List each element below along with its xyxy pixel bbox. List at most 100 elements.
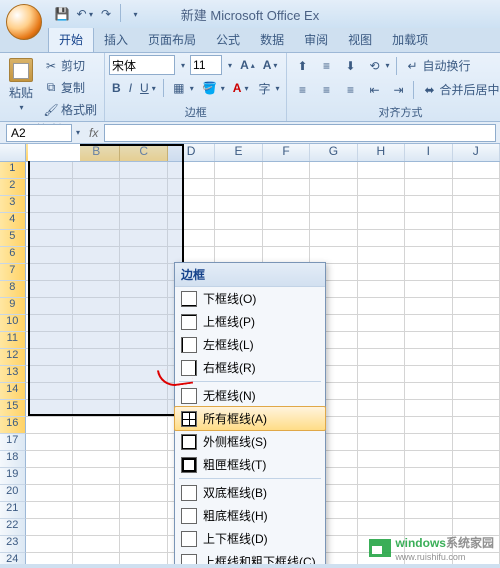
tab-插入[interactable]: 插入 xyxy=(94,27,138,52)
cell[interactable] xyxy=(453,162,500,179)
row-header[interactable]: 4 xyxy=(0,213,26,230)
border-item-outside[interactable]: 外侧框线(S) xyxy=(175,430,325,453)
row-header[interactable]: 10 xyxy=(0,315,26,332)
cell[interactable] xyxy=(453,485,500,502)
cell[interactable] xyxy=(120,519,167,536)
qat-customize-icon[interactable]: ▾ xyxy=(125,4,145,24)
row-header[interactable]: 16 xyxy=(0,417,26,434)
cell[interactable] xyxy=(405,213,452,230)
row-header[interactable]: 23 xyxy=(0,536,26,553)
cell[interactable] xyxy=(26,519,73,536)
cell[interactable] xyxy=(310,179,357,196)
tab-开始[interactable]: 开始 xyxy=(48,26,94,52)
row-header[interactable]: 7 xyxy=(0,264,26,281)
cell[interactable] xyxy=(310,230,357,247)
cell[interactable] xyxy=(120,468,167,485)
cell[interactable] xyxy=(73,553,120,564)
decrease-indent-button[interactable]: ⇤ xyxy=(363,80,385,100)
tab-审阅[interactable]: 审阅 xyxy=(294,27,338,52)
cell[interactable] xyxy=(453,315,500,332)
cell[interactable] xyxy=(310,162,357,179)
font-name-combo[interactable]: 宋体 xyxy=(109,55,175,75)
cell[interactable] xyxy=(453,349,500,366)
office-button[interactable] xyxy=(6,4,42,40)
row-header[interactable]: 3 xyxy=(0,196,26,213)
cell[interactable] xyxy=(453,400,500,417)
column-header-G[interactable]: G xyxy=(310,144,357,161)
cell[interactable] xyxy=(215,179,262,196)
cell[interactable] xyxy=(358,247,405,264)
cell[interactable] xyxy=(358,349,405,366)
cell[interactable] xyxy=(73,485,120,502)
cell[interactable] xyxy=(263,196,310,213)
row-header[interactable]: 18 xyxy=(0,451,26,468)
copy-button[interactable]: ⧉复制 xyxy=(40,77,100,98)
cell[interactable] xyxy=(263,230,310,247)
cell[interactable] xyxy=(73,519,120,536)
cell[interactable] xyxy=(453,281,500,298)
worksheet-grid[interactable]: ABCDEFGHIJ 12345678910111213141516171819… xyxy=(0,144,500,564)
cell[interactable] xyxy=(26,451,73,468)
cell[interactable] xyxy=(310,196,357,213)
cell[interactable] xyxy=(453,366,500,383)
cell[interactable] xyxy=(120,434,167,451)
cell[interactable] xyxy=(73,417,120,434)
cell[interactable] xyxy=(263,179,310,196)
cell[interactable] xyxy=(120,451,167,468)
cell[interactable] xyxy=(358,332,405,349)
cell[interactable] xyxy=(358,230,405,247)
cell[interactable] xyxy=(358,162,405,179)
column-header-H[interactable]: H xyxy=(358,144,405,161)
fill-color-button[interactable]: 🪣▾ xyxy=(199,78,228,98)
cell[interactable] xyxy=(405,315,452,332)
tab-视图[interactable]: 视图 xyxy=(338,27,382,52)
tab-加载项[interactable]: 加载项 xyxy=(382,27,438,52)
border-item-dbl-bottom[interactable]: 双底框线(B) xyxy=(175,481,325,504)
cell[interactable] xyxy=(358,417,405,434)
border-item-top[interactable]: 上框线(P) xyxy=(175,310,325,333)
tab-页面布局[interactable]: 页面布局 xyxy=(138,27,206,52)
row-header[interactable]: 1 xyxy=(0,162,26,179)
cell[interactable] xyxy=(26,468,73,485)
font-color-button[interactable]: A▾ xyxy=(230,79,252,97)
cell[interactable] xyxy=(73,434,120,451)
cell[interactable] xyxy=(26,553,73,564)
column-header-J[interactable]: J xyxy=(453,144,500,161)
cell[interactable] xyxy=(358,264,405,281)
cell[interactable] xyxy=(405,451,452,468)
cell[interactable] xyxy=(405,298,452,315)
cell[interactable] xyxy=(405,332,452,349)
merge-center-button[interactable]: ⬌合并后居中▾ xyxy=(418,79,500,100)
cell[interactable] xyxy=(453,264,500,281)
cell[interactable] xyxy=(26,434,73,451)
cell[interactable] xyxy=(453,383,500,400)
borders-button[interactable]: ▦▾ xyxy=(168,78,197,98)
cell[interactable] xyxy=(405,196,452,213)
border-item-none[interactable]: 无框线(N) xyxy=(175,384,325,407)
cell[interactable] xyxy=(358,196,405,213)
cell[interactable] xyxy=(263,162,310,179)
cell[interactable] xyxy=(358,502,405,519)
cell[interactable] xyxy=(405,485,452,502)
cell[interactable] xyxy=(358,298,405,315)
shrink-font-button[interactable]: A▾ xyxy=(260,56,281,74)
cell[interactable] xyxy=(120,502,167,519)
name-box-dropdown[interactable]: ▾ xyxy=(72,126,83,139)
cell[interactable] xyxy=(358,281,405,298)
cell[interactable] xyxy=(453,417,500,434)
cell[interactable] xyxy=(405,366,452,383)
cell[interactable] xyxy=(358,485,405,502)
orientation-button[interactable]: ⟲▾ xyxy=(363,56,392,76)
select-all-corner[interactable] xyxy=(0,144,26,161)
cell[interactable] xyxy=(73,451,120,468)
cell[interactable] xyxy=(120,536,167,553)
cell[interactable] xyxy=(358,400,405,417)
cell[interactable] xyxy=(405,230,452,247)
format-painter-button[interactable]: 🖌格式刷 xyxy=(40,99,100,120)
border-item-thick[interactable]: 粗匣框线(T) xyxy=(175,453,325,476)
column-header-F[interactable]: F xyxy=(263,144,310,161)
border-item-thick-bottom[interactable]: 粗底框线(H) xyxy=(175,504,325,527)
cell[interactable] xyxy=(405,264,452,281)
cell[interactable] xyxy=(215,196,262,213)
wrap-text-button[interactable]: ↵自动换行 xyxy=(401,55,473,76)
